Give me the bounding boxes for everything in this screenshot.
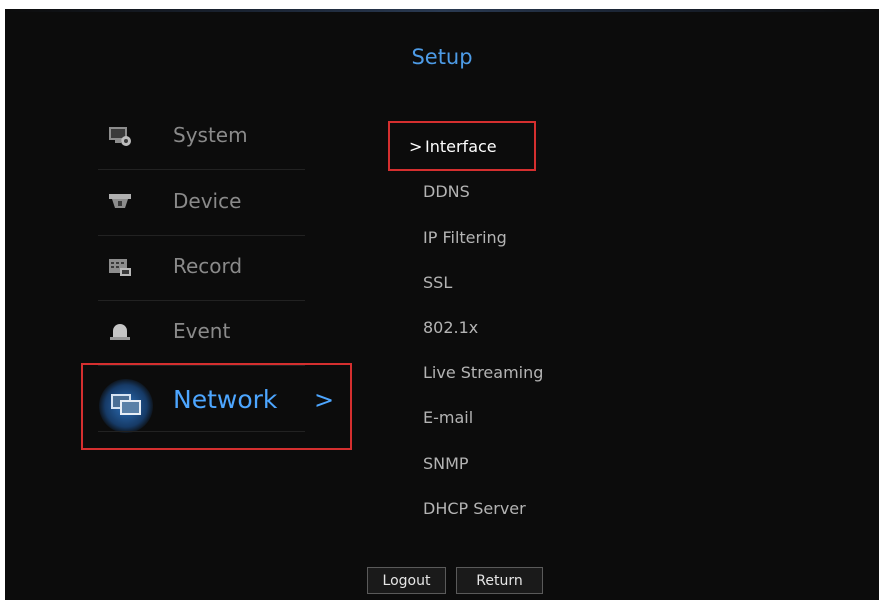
submenu-item-8021x[interactable]: 802.1x — [423, 318, 478, 337]
menu-item-system[interactable]: System — [98, 105, 305, 169]
menu-item-label: Record — [173, 254, 243, 278]
system-icon — [109, 127, 131, 146]
submenu-item-dhcp-server[interactable]: DHCP Server — [423, 499, 526, 518]
menu-divider — [98, 169, 305, 170]
submenu-item-ddns[interactable]: DDNS — [423, 182, 470, 201]
chevron-right-icon: > — [409, 137, 423, 156]
menu-item-device[interactable]: Device — [98, 171, 305, 235]
return-button[interactable]: Return — [456, 567, 543, 594]
submenu-item-interface[interactable]: > Interface — [388, 121, 536, 171]
menu-item-label: Device — [173, 189, 242, 213]
logout-button[interactable]: Logout — [367, 567, 446, 594]
submenu-item-snmp[interactable]: SNMP — [423, 454, 469, 473]
menu-item-record[interactable]: Record — [98, 236, 305, 300]
setup-screen: Setup System Device Record Event Network… — [5, 9, 879, 600]
page-title: Setup — [411, 45, 473, 69]
network-highlight-box — [81, 363, 352, 450]
record-icon — [109, 259, 131, 276]
submenu-item-ssl[interactable]: SSL — [423, 273, 452, 292]
camera-icon — [109, 194, 131, 208]
submenu-item-ip-filtering[interactable]: IP Filtering — [423, 228, 507, 247]
submenu-item-live-streaming[interactable]: Live Streaming — [423, 363, 543, 382]
menu-item-label: System — [173, 123, 248, 147]
top-divider — [5, 9, 879, 12]
menu-item-label: Event — [173, 319, 231, 343]
alarm-icon — [110, 324, 130, 340]
submenu-item-label: Interface — [425, 137, 497, 156]
submenu-item-email[interactable]: E-mail — [423, 408, 473, 427]
menu-item-event[interactable]: Event — [98, 301, 305, 365]
